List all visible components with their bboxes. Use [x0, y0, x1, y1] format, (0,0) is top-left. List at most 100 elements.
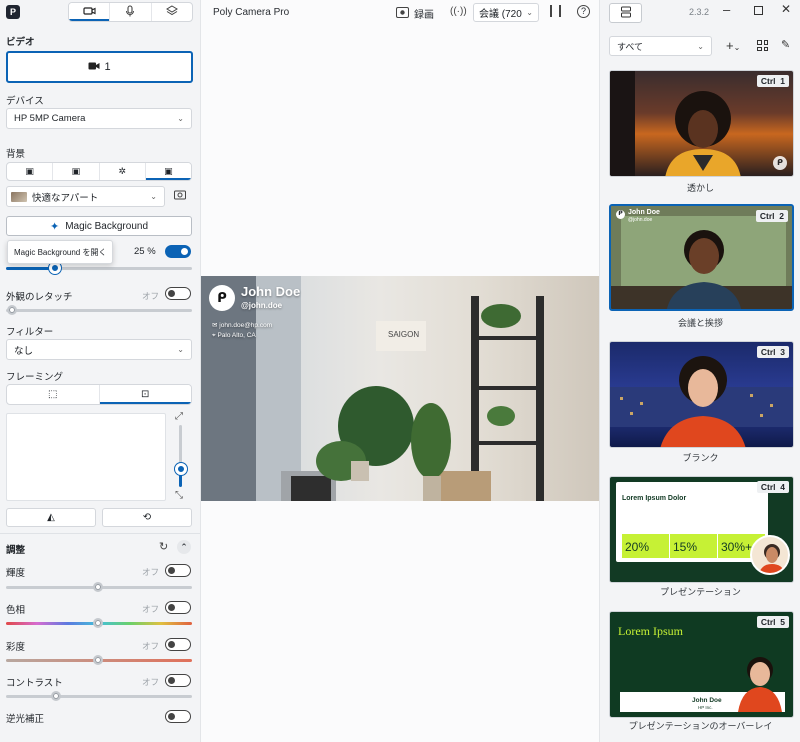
device-select[interactable]: HP 5MP Camera ⌄	[6, 108, 192, 129]
ctrl-key: Ctrl	[760, 76, 776, 86]
backlight-toggle[interactable]	[165, 710, 191, 723]
framing-preview-area[interactable]	[6, 413, 166, 501]
scenes-panel-toggle[interactable]	[609, 3, 642, 23]
brightness-slider[interactable]	[6, 582, 192, 592]
split-view-icon[interactable]	[550, 5, 561, 17]
record-button[interactable]: 録画	[396, 6, 434, 21]
blur-slider[interactable]	[6, 262, 192, 274]
portrait-image-icon: ▣	[164, 166, 173, 176]
blur-toggle[interactable]	[165, 245, 191, 258]
add-scene-button[interactable]: +⌄	[726, 38, 740, 53]
collapse-icon[interactable]: ⌃	[177, 540, 191, 554]
camera-button[interactable]: 1	[6, 51, 193, 83]
audio-tab[interactable]	[110, 3, 152, 21]
scene-3-label: ブランク	[682, 453, 719, 463]
scene-2-name: John Doe	[628, 209, 660, 216]
help-icon[interactable]: ?	[577, 5, 590, 18]
zoom-out-icon[interactable]: ⤡	[175, 490, 183, 501]
scene-card-3[interactable]: Ctrl 3	[609, 341, 794, 448]
stat-2: 15%	[670, 534, 717, 558]
add-image-button[interactable]	[171, 188, 189, 204]
scene-4-label: プレゼンテーション	[660, 587, 741, 597]
hue-slider-thumb[interactable]	[93, 618, 103, 628]
grid-view-icon[interactable]	[757, 40, 768, 51]
camera-preview[interactable]: SAIGON ᑭ John Doe @john.doe ✉ john.doe@h…	[201, 276, 599, 501]
touchup-slider[interactable]	[6, 305, 192, 315]
hue-slider[interactable]	[6, 618, 192, 628]
hue-toggle[interactable]	[165, 601, 191, 614]
scene-filter-select[interactable]: すべて ⌄	[609, 36, 712, 56]
bg-none-tab[interactable]: ▣	[7, 163, 54, 180]
camera-icon	[88, 61, 100, 74]
meeting-mode-value: 会議 (720	[479, 9, 522, 20]
scene-card-5[interactable]: Lorem Ipsum John Doe HP Inc. Ctrl 5	[609, 611, 794, 718]
edit-brush-icon[interactable]: ✎	[781, 38, 790, 51]
close-button[interactable]: ✕	[781, 2, 791, 16]
maximize-button[interactable]	[754, 6, 763, 15]
overlay-location-text: Palo Alto, CA	[217, 332, 256, 339]
shortcut-number: 4	[780, 482, 785, 492]
magic-background-label: Magic Background	[65, 220, 149, 232]
chevron-down-icon: ⌄	[177, 345, 184, 354]
scene-2-label: 会議と挨拶	[677, 318, 723, 328]
saturation-label: 彩度	[6, 642, 26, 653]
scene-5-label: プレゼンテーションのオーバーレイ	[628, 721, 773, 731]
image-add-icon	[173, 189, 187, 203]
contrast-slider-thumb[interactable]	[51, 691, 61, 701]
flip-horizontal-button[interactable]: ◭	[6, 508, 96, 527]
backlight-label: 逆光補正	[6, 714, 45, 725]
poly-badge-icon: ᑭ	[616, 210, 625, 219]
framing-auto-tab[interactable]: ⊡	[99, 385, 191, 404]
saturation-slider[interactable]	[6, 655, 192, 665]
scene-1-label: 透かし	[686, 183, 714, 193]
stat-1: 20%	[622, 534, 669, 558]
portrait-blur-icon: ▣	[71, 166, 81, 176]
zoom-in-icon[interactable]: ⤢	[175, 411, 183, 422]
touchup-label: 外観のレタッチ	[6, 292, 73, 303]
divider	[0, 533, 200, 534]
scene-card-2[interactable]: ᑭ John Doe @john.doe Ctrl 2	[609, 204, 794, 311]
filter-select[interactable]: なし ⌄	[6, 339, 192, 360]
panel-layout-icon	[620, 6, 632, 21]
overlay-handle: @john.doe	[241, 301, 283, 310]
preset-thumbnail	[11, 191, 27, 202]
background-preset-select[interactable]: 快適なアパート ⌄	[6, 186, 165, 207]
layers-tab[interactable]	[152, 3, 192, 21]
framing-manual-tab[interactable]: ⬚	[7, 385, 100, 404]
touchup-toggle[interactable]	[165, 287, 191, 300]
scene-filter-value: すべて	[617, 41, 644, 52]
scene-5-shortcut: Ctrl 5	[756, 616, 789, 628]
sparkle-person-icon: ✲	[118, 166, 126, 176]
brightness-slider-thumb[interactable]	[93, 582, 103, 592]
ctrl-key: Ctrl	[759, 211, 775, 221]
device-label: デバイス	[6, 96, 44, 107]
shortcut-number: 1	[780, 76, 785, 86]
rotate-button[interactable]: ⟲	[102, 508, 192, 527]
bg-image-tab[interactable]: ▣	[145, 163, 191, 180]
reset-icon[interactable]: ↻	[159, 540, 168, 553]
portrait-icon: ▣	[25, 166, 34, 176]
ctrl-key: Ctrl	[760, 482, 776, 492]
saturation-toggle[interactable]	[165, 638, 191, 651]
contrast-slider[interactable]	[6, 691, 192, 701]
scene-2-shortcut: Ctrl 2	[755, 210, 788, 222]
overlay-email: ✉ john.doe@hp.com	[212, 322, 273, 329]
person-frame-icon: ⊡	[141, 389, 150, 400]
bg-remove-tab[interactable]: ✲	[100, 163, 146, 180]
meeting-mode-select[interactable]: 会議 (720 ⌄	[473, 3, 539, 22]
zoom-slider[interactable]	[174, 425, 187, 487]
broadcast-icon[interactable]: ((·))	[450, 6, 467, 17]
bg-blur-tab[interactable]: ▣	[53, 163, 100, 180]
video-tab[interactable]	[69, 3, 111, 21]
magic-background-button[interactable]: ✦ Magic Background	[6, 216, 192, 236]
brightness-toggle[interactable]	[165, 564, 191, 577]
scene-card-4[interactable]: Lorem Ipsum Dolor 20% 15% 30%+ Ctrl 4	[609, 476, 794, 583]
contrast-toggle[interactable]	[165, 674, 191, 687]
zoom-slider-thumb[interactable]	[174, 463, 187, 475]
minimize-button[interactable]: –	[723, 2, 730, 17]
saturation-slider-thumb[interactable]	[93, 655, 103, 665]
touchup-slider-thumb[interactable]	[7, 305, 17, 315]
framing-mode-tabs: ⬚ ⊡	[6, 384, 192, 405]
filter-label: フィルター	[6, 327, 54, 338]
scene-card-1[interactable]: ᑭ Ctrl 1	[609, 70, 794, 177]
